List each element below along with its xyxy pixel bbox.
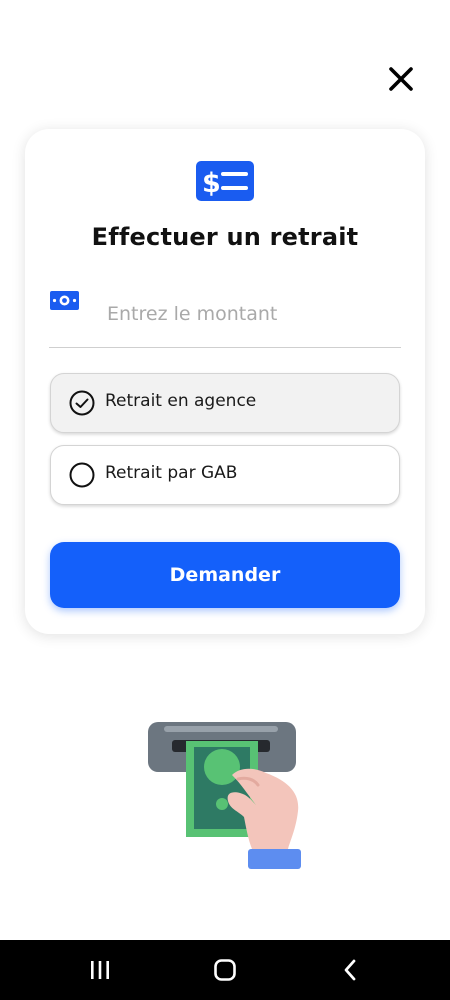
checked-circle-icon	[69, 390, 95, 416]
withdrawal-screen: $ Effectuer un retrait Retrait en agence	[0, 0, 450, 1000]
system-navigation-bar	[0, 940, 450, 1000]
banknote-icon	[50, 291, 79, 310]
amount-field-row	[49, 287, 401, 348]
atm-cash-withdrawal-illustration	[148, 722, 301, 869]
request-button[interactable]: Demander	[50, 542, 400, 608]
card-title: Effectuer un retrait	[91, 223, 359, 251]
dollar-document-icon: $	[196, 161, 254, 201]
empty-circle-icon	[69, 462, 95, 488]
svg-text:$: $	[202, 168, 221, 199]
recent-apps-button[interactable]	[70, 940, 130, 1000]
back-button[interactable]	[320, 940, 380, 1000]
home-button[interactable]	[195, 940, 255, 1000]
home-icon	[214, 959, 236, 981]
back-chevron-icon	[344, 959, 356, 981]
option-atm-withdrawal[interactable]: Retrait par GAB	[50, 445, 400, 505]
amount-input[interactable]	[107, 297, 397, 331]
option-agency-withdrawal[interactable]: Retrait en agence	[50, 373, 400, 433]
withdrawal-card: $ Effectuer un retrait Retrait en agence	[25, 129, 425, 634]
option-label: Retrait par GAB	[105, 463, 238, 483]
close-button[interactable]	[382, 60, 420, 98]
recent-apps-icon	[91, 961, 109, 979]
close-icon	[389, 67, 413, 91]
option-label: Retrait en agence	[105, 391, 257, 411]
